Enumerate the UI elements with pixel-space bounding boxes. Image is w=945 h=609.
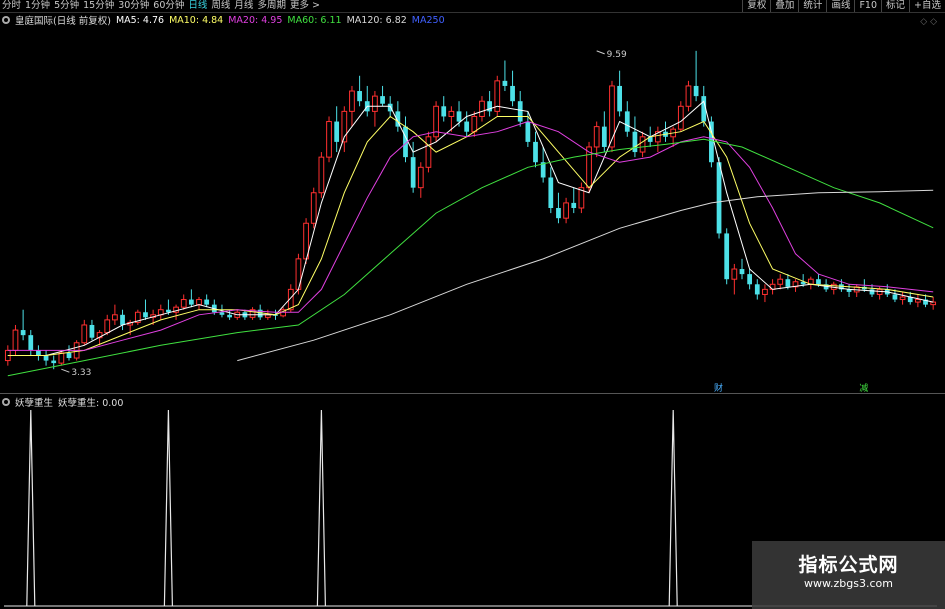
candle-body-77 <box>593 126 600 148</box>
indicator-spike-2 <box>316 409 326 607</box>
candle-body-43 <box>334 121 340 142</box>
candle-body-26 <box>204 299 210 305</box>
candle-body-116 <box>892 294 898 300</box>
candle-body-45 <box>349 90 355 112</box>
candle-body-89 <box>685 85 692 107</box>
indicator-gear-icon[interactable] <box>2 398 10 406</box>
candle-body-48 <box>372 95 378 112</box>
price-annotation-0: 9.59 <box>607 50 627 60</box>
indicator-name: 妖孽重生 <box>15 398 54 409</box>
candle-body-94 <box>724 233 730 280</box>
candle-body-25 <box>196 299 202 306</box>
candle-body-40 <box>310 192 317 224</box>
candle-body-62 <box>479 100 485 117</box>
candle-body-29 <box>227 314 232 318</box>
candle-body-92 <box>709 121 714 163</box>
candle-body-60 <box>464 121 470 132</box>
candle-body-53 <box>410 157 416 188</box>
candle-body-42 <box>326 121 332 158</box>
candle-body-49 <box>380 96 385 104</box>
candle-body-81 <box>624 111 630 132</box>
candle-body-54 <box>417 166 424 189</box>
candle-body-113 <box>869 289 875 295</box>
candle-body-59 <box>456 111 462 122</box>
candle-body-55 <box>425 136 432 168</box>
candle-body-5 <box>43 355 49 361</box>
candle-body-88 <box>677 105 684 130</box>
candle-body-6 <box>51 360 57 364</box>
candle-body-117 <box>899 296 906 301</box>
candle-body-57 <box>441 106 447 117</box>
indicator-legend: 妖孽重生 妖孽重生: 0.00 <box>2 396 128 409</box>
candle-body-119 <box>915 299 921 303</box>
indicator-spike-3 <box>668 409 678 607</box>
candle-body-83 <box>639 136 646 153</box>
candle-body-100 <box>769 283 776 290</box>
candle-body-61 <box>471 115 478 133</box>
candle-body-96 <box>739 269 745 275</box>
candle-body-28 <box>219 312 225 315</box>
candle-body-97 <box>747 274 753 285</box>
candle-body-11 <box>89 324 95 338</box>
candle-body-3 <box>28 335 34 351</box>
watermark-title: 指标公式网 <box>798 554 899 576</box>
candle-body-8 <box>66 352 72 359</box>
candle-body-1 <box>12 329 19 351</box>
candle-body-106 <box>816 279 821 285</box>
candle-body-7 <box>58 352 65 364</box>
candle-body-95 <box>731 268 738 280</box>
candle-body-13 <box>104 319 111 334</box>
candle-body-24 <box>188 299 194 305</box>
candle-body-121 <box>930 301 937 306</box>
candle-body-93 <box>716 162 722 234</box>
candle-body-98 <box>754 284 760 295</box>
candle-body-46 <box>357 91 362 102</box>
watermark: 指标公式网 www.zbgs3.com <box>752 541 945 609</box>
candle-body-66 <box>510 85 515 102</box>
candle-body-80 <box>617 85 622 112</box>
candle-body-67 <box>517 101 523 122</box>
price-annotation-arrow-1 <box>61 368 70 373</box>
candle-body-2 <box>20 330 26 336</box>
candle-body-99 <box>762 288 768 295</box>
candle-body-10 <box>81 324 88 344</box>
candle-body-101 <box>777 278 784 285</box>
indicator-spike-1 <box>163 409 173 607</box>
candle-body-74 <box>571 202 577 208</box>
event-marker-1: 减 <box>859 382 868 394</box>
ma-line-4 <box>237 189 934 362</box>
candle-body-18 <box>143 312 148 318</box>
ma-line-1 <box>7 115 934 356</box>
price-annotation-1: 3.33 <box>71 368 91 378</box>
candle-body-65 <box>502 80 508 86</box>
indicator-value: 妖孽重生: 0.00 <box>58 398 124 409</box>
candle-body-90 <box>693 85 699 97</box>
candle-body-79 <box>609 85 615 148</box>
candle-body-82 <box>632 131 638 153</box>
candle-body-73 <box>563 202 569 219</box>
event-marker-0: 财 <box>714 382 723 394</box>
candle-body-58 <box>448 110 455 117</box>
price-chart[interactable]: 9.59 3.33 财 减 <box>0 0 945 609</box>
candle-body-4 <box>36 350 41 356</box>
candle-body-102 <box>785 279 791 287</box>
candle-body-23 <box>180 299 187 308</box>
ma-line-0 <box>7 100 934 356</box>
ma-line-3 <box>7 138 934 377</box>
candle-body-71 <box>548 177 554 208</box>
candle-body-78 <box>601 126 607 147</box>
price-annotation-arrow-0 <box>596 50 605 55</box>
candle-body-69 <box>533 141 538 163</box>
watermark-url: www.zbgs3.com <box>804 577 893 590</box>
candle-body-41 <box>318 156 325 194</box>
candle-body-15 <box>120 314 125 325</box>
candle-body-14 <box>112 314 118 321</box>
candle-body-68 <box>525 121 531 142</box>
candle-body-72 <box>556 208 561 219</box>
indicator-spike-0 <box>26 409 36 607</box>
